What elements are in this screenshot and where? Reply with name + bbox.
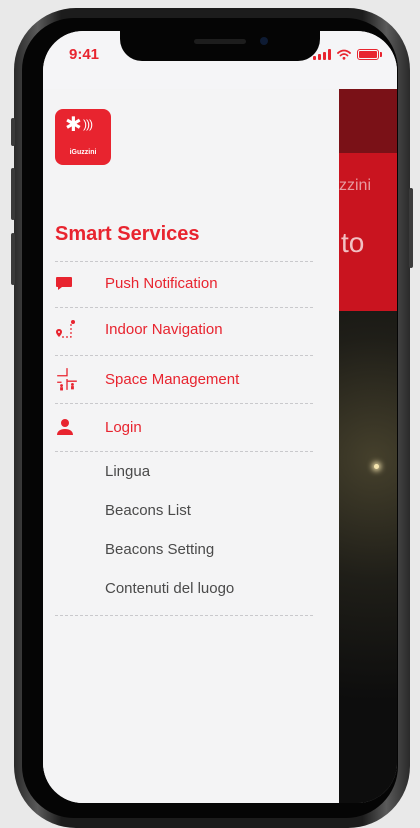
menu-item-label: Space Management — [105, 371, 240, 388]
menu-item-login[interactable]: Login — [55, 411, 313, 447]
notch — [120, 31, 320, 61]
divider — [55, 261, 313, 262]
app-logo: ✱ ))) iGuzzini — [55, 109, 111, 165]
menu-item-beacons-list[interactable]: Beacons List — [55, 498, 313, 526]
volume-up-button — [11, 168, 15, 220]
section-title: Smart Services — [55, 223, 200, 245]
underlying-heading-fragment: to — [341, 227, 365, 258]
menu-item-label: Lingua — [105, 463, 151, 480]
divider — [55, 307, 313, 308]
divider — [55, 451, 313, 452]
underlying-page[interactable]: zzini to — [339, 89, 397, 803]
menu-item-label: Login — [105, 419, 142, 436]
battery-icon — [357, 49, 382, 60]
wifi-icon — [337, 49, 351, 60]
underlying-photo — [339, 311, 397, 803]
divider — [55, 355, 313, 356]
underlying-brand-fragment: zzini — [339, 177, 372, 194]
menu-item-label: Push Notification — [105, 275, 218, 292]
status-icons — [313, 49, 382, 60]
room-people-icon — [57, 368, 77, 391]
menu-item-contenuti-del-luogo[interactable]: Contenuti del luogo — [55, 576, 313, 604]
side-drawer: ✱ ))) iGuzzini Smart Services Push Notif… — [43, 89, 339, 803]
status-time: 9:41 — [69, 46, 100, 63]
lamp-light — [374, 464, 379, 469]
status-bar: 9:41 — [43, 31, 397, 89]
divider — [55, 403, 313, 404]
menu-item-beacons-setting[interactable]: Beacons Setting — [55, 537, 313, 565]
cellular-signal-icon — [313, 49, 331, 60]
menu-item-lingua[interactable]: Lingua — [55, 459, 313, 487]
divider — [55, 615, 313, 616]
menu-item-label: Beacons List — [105, 502, 191, 519]
logo-brand-text: iGuzzini — [69, 149, 97, 156]
volume-down-button — [11, 233, 15, 285]
route-pin-icon — [56, 320, 75, 338]
menu-item-label: Contenuti del luogo — [105, 580, 235, 597]
bluetooth-icon: ✱ — [65, 114, 82, 136]
chat-bubble-icon — [56, 277, 72, 290]
menu-item-indoor-navigation[interactable]: Indoor Navigation — [55, 313, 313, 349]
signal-waves-icon: ))) — [83, 117, 93, 131]
mute-switch — [11, 118, 15, 146]
power-button — [409, 188, 413, 268]
speaker-grille — [194, 39, 246, 44]
menu-item-push-notification[interactable]: Push Notification — [55, 267, 313, 303]
menu-item-label: Beacons Setting — [105, 541, 215, 558]
phone-screen: 9:41 zzini to ✱ ))) iGuzzini Smart Servi… — [43, 31, 397, 803]
user-icon — [57, 419, 73, 435]
front-camera — [260, 37, 268, 45]
underlying-header — [339, 89, 397, 153]
menu-item-space-management[interactable]: Space Management — [55, 363, 313, 399]
menu-item-label: Indoor Navigation — [105, 321, 223, 338]
